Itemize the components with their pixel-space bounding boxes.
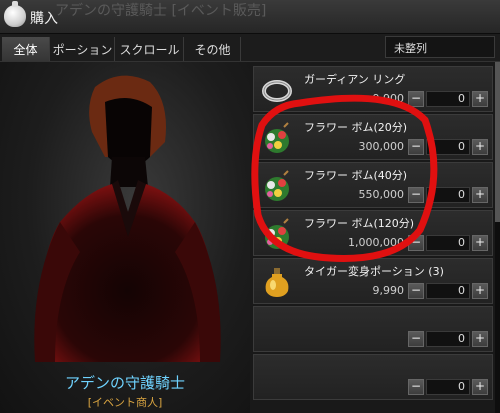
flower-bomb-icon xyxy=(265,218,289,249)
item-name: フラワー ボム(120分) xyxy=(304,217,415,230)
decrease-button[interactable]: − xyxy=(408,91,424,107)
npc-portrait xyxy=(34,75,221,362)
increase-button[interactable]: + xyxy=(472,379,488,395)
decrease-button[interactable]: − xyxy=(408,139,424,155)
item-name: フラワー ボム(20分) xyxy=(304,121,408,134)
increase-button[interactable]: + xyxy=(472,91,488,107)
list-item[interactable]: フラワー ボム(40分) 550,000 − 0 + xyxy=(253,162,493,208)
decrease-button[interactable]: − xyxy=(408,187,424,203)
tab-scroll[interactable]: スクロール xyxy=(116,37,184,61)
list-item[interactable]: フラワー ボム(20分) 300,000 − 0 + xyxy=(253,114,493,160)
list-item[interactable]: タイガー変身ポーション (3) 9,990 − 0 + xyxy=(253,258,493,304)
item-list: ガーディアン リング 9,900 − 0 + フラワー ボム(20分) 300,… xyxy=(250,62,500,413)
item-price: 550,000 xyxy=(358,188,405,201)
item-price: 300,000 xyxy=(358,140,405,153)
quantity-input[interactable]: 0 xyxy=(426,235,470,251)
tab-other[interactable]: その他 xyxy=(185,37,241,61)
sort-dropdown[interactable]: 未整列 xyxy=(385,36,495,58)
tab-all[interactable]: 全体 xyxy=(2,37,50,61)
increase-button[interactable]: + xyxy=(472,139,488,155)
item-price: 1,000,000 xyxy=(348,236,404,249)
item-name: ガーディアン リング xyxy=(304,73,406,86)
increase-button[interactable]: + xyxy=(472,187,488,203)
npc-name: アデンの守護騎士 xyxy=(64,374,185,392)
title-bar: アデンの守護騎士 [イベント販売] 購入 xyxy=(0,0,500,34)
flower-bomb-icon xyxy=(265,170,289,201)
quantity-input[interactable]: 0 xyxy=(426,91,470,107)
decrease-button[interactable]: − xyxy=(408,283,424,299)
decrease-button[interactable]: − xyxy=(408,379,424,395)
item-name: フラワー ボム(40分) xyxy=(304,169,408,182)
item-name: タイガー変身ポーション (3) xyxy=(304,265,444,278)
quantity-input[interactable]: 0 xyxy=(426,187,470,203)
item-price: 9,990 xyxy=(372,284,405,297)
increase-button[interactable]: + xyxy=(472,283,488,299)
shop-window: アデンの守護騎士 [イベント販売] 購入 全体 ポーション スクロール その他 … xyxy=(0,0,500,413)
window-title: 購入 xyxy=(30,11,58,27)
increase-button[interactable]: + xyxy=(472,331,488,347)
money-bag-icon xyxy=(4,1,26,27)
decrease-button[interactable]: − xyxy=(408,331,424,347)
quantity-input[interactable]: 0 xyxy=(426,379,470,395)
decrease-button[interactable]: − xyxy=(408,235,424,251)
increase-button[interactable]: + xyxy=(472,235,488,251)
potion-icon xyxy=(265,268,289,297)
quantity-input[interactable]: 0 xyxy=(426,139,470,155)
list-item[interactable]: ガーディアン リング 9,900 − 0 + xyxy=(253,66,493,112)
tab-potion[interactable]: ポーション xyxy=(51,37,115,61)
quantity-input[interactable]: 0 xyxy=(426,331,470,347)
quantity-input[interactable]: 0 xyxy=(426,283,470,299)
npc-portrait-panel: アデンの守護騎士 [イベント商人] xyxy=(0,62,250,413)
scrollbar-thumb[interactable] xyxy=(495,62,500,222)
list-item[interactable]: フラワー ボム(120分) 1,000,000 − 0 + xyxy=(253,210,493,256)
scrollbar[interactable] xyxy=(495,62,500,413)
ring-icon xyxy=(262,80,292,102)
item-price: 9,900 xyxy=(372,92,405,105)
list-item[interactable]: − 0 + xyxy=(253,306,493,352)
list-item[interactable]: − 0 + xyxy=(253,354,493,400)
flower-bomb-icon xyxy=(265,122,289,153)
npc-subtitle: [イベント商人] xyxy=(87,396,163,409)
title-ghost: アデンの守護騎士 [イベント販売] xyxy=(55,3,267,19)
